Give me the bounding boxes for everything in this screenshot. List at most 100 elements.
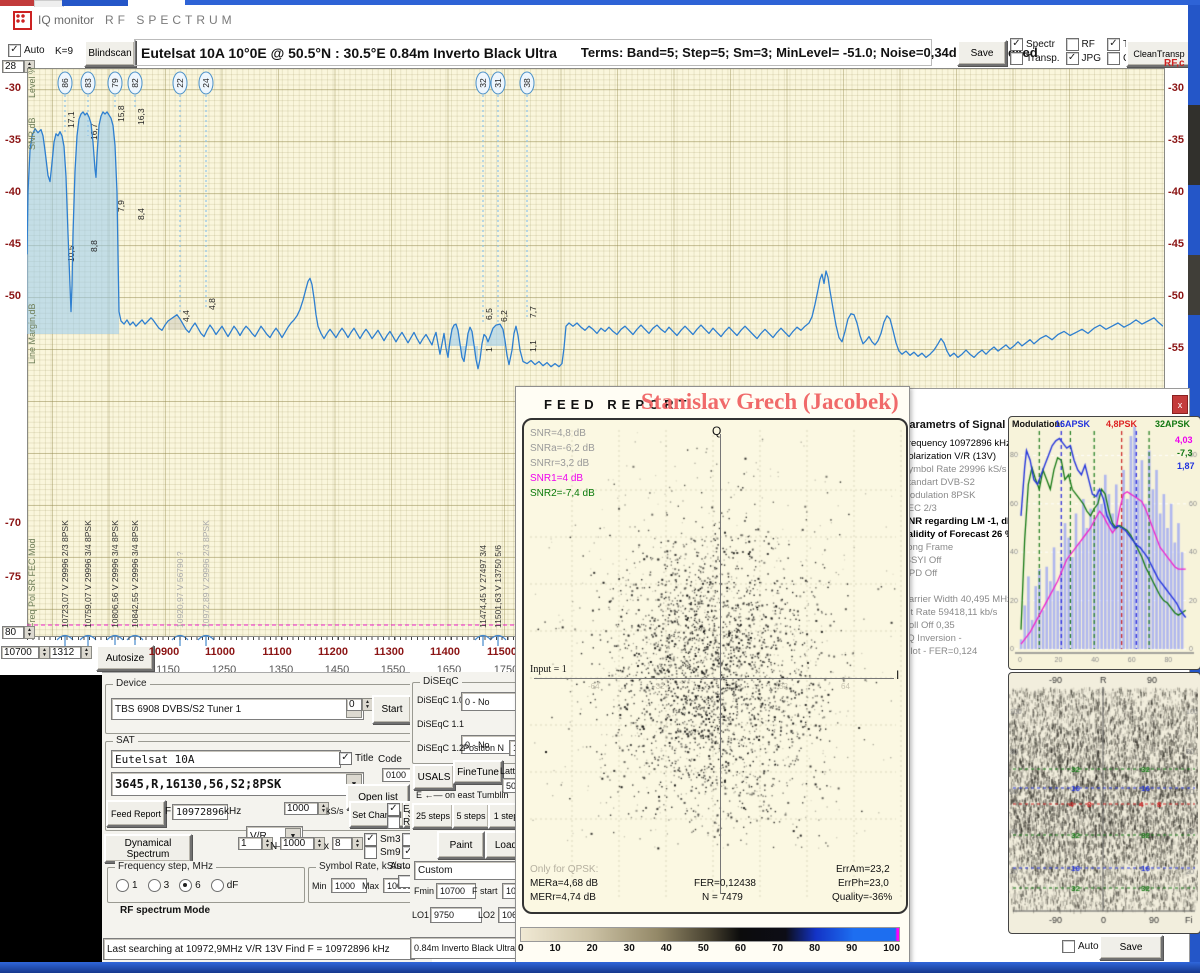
toolbar-checkbox-box[interactable] — [1066, 38, 1079, 51]
toolbar-cb-column: RF✓JPG — [1066, 38, 1101, 65]
taskbar[interactable] — [0, 962, 1200, 973]
lo1-field[interactable]: 9750 — [430, 907, 482, 923]
sm9-checkbox[interactable]: Sm9 — [364, 846, 401, 859]
dyn-count-spinner[interactable]: 1 ▲▼ — [238, 837, 273, 850]
snr-annotation: 6,5 — [484, 308, 494, 320]
fstart-label: F start — [472, 886, 498, 896]
paint-button[interactable]: Paint — [437, 831, 485, 859]
toolbar-cb-column: ✓SpectrTransp. — [1010, 38, 1060, 65]
save-spectrum-button[interactable]: Save — [957, 40, 1007, 66]
auto-checkbox-box[interactable]: ✓ — [8, 44, 21, 57]
close-button[interactable]: x — [1172, 395, 1188, 414]
n-label: N — [270, 841, 277, 852]
finetune-button[interactable]: FineTune — [453, 760, 503, 784]
diseqc11-label: DiSEqC 1.1 — [417, 719, 464, 729]
transponder-freq-label: 10806,56 V 29996 3/4 8PSK — [110, 520, 120, 628]
rchart-save-button[interactable]: Save — [1099, 935, 1163, 960]
auto-checkbox[interactable]: ✓ Auto — [8, 44, 45, 57]
steps25-button[interactable]: 25 steps — [412, 803, 454, 829]
dynamical-spectrum-button[interactable]: Dynamical Spectrum — [104, 834, 192, 863]
freq-step-radio[interactable]: 3 — [148, 879, 170, 892]
transponder-combo[interactable]: 3645,R,16130,56,S2;8PSK▼ — [111, 772, 364, 796]
freq-step-radio-circle[interactable] — [148, 879, 161, 892]
snr-annotation: 15,8 — [116, 105, 126, 122]
level-spinner[interactable]: 80 ▲▼ — [2, 626, 35, 639]
title-checkbox[interactable]: ✓ Title — [339, 752, 374, 765]
sm3-checkbox[interactable]: ✓Sm3 — [364, 833, 401, 846]
sr-spinner[interactable]: 1000 ▲▼ — [284, 802, 329, 815]
snr-annotation: 6,2 — [499, 310, 509, 322]
mera-value: MERa=4,68 dB — [530, 878, 598, 889]
freq-step-radio[interactable]: 1 — [116, 879, 138, 892]
freq-step-radio-circle[interactable] — [211, 879, 224, 892]
constellation-htick: -64 — [588, 682, 600, 691]
scale-label: 20 — [587, 943, 598, 954]
sat-name-field[interactable]: Eutelsat 10A — [111, 750, 341, 768]
toolbar-checkbox-box[interactable]: ✓ — [1010, 38, 1023, 51]
dyn-n-spinner[interactable]: 1000 ▲▼ — [280, 837, 325, 850]
rchart-auto-box[interactable] — [1062, 940, 1075, 953]
fstart-spinner[interactable]: 10700 ▲▼ — [1, 646, 50, 659]
params-title: Parametrs of Signal : — [902, 419, 1012, 431]
toolbar-checkbox-box[interactable]: ✓ — [1066, 52, 1079, 65]
steps5-button[interactable]: 5 steps — [452, 803, 490, 829]
toolbar-checkbox[interactable]: RF — [1066, 38, 1101, 51]
eng-checkbox-box[interactable]: ✓ — [387, 803, 400, 816]
frequency-field[interactable]: 10972896 — [172, 804, 228, 820]
freq-step-radio[interactable]: 6 — [179, 879, 201, 892]
sat-group-label: SAT — [113, 735, 138, 746]
dyn-x-value[interactable]: 8 — [332, 837, 352, 850]
auto-label: Auto — [24, 45, 45, 56]
toolbar-checkbox-box[interactable]: ✓ — [1107, 38, 1120, 51]
sat-group: SAT Eutelsat 10A ✓ Title Code 0100 3645,… — [105, 741, 412, 831]
device-combo[interactable]: TBS 6908 DVBS/S2 Tuner 1▼ — [111, 698, 364, 720]
app-root: { "titlebar":{"app":"IQ monitor","sectio… — [0, 0, 1200, 973]
rus-checkbox-box[interactable] — [387, 816, 400, 829]
params-line: Bit Rate 59418,11 kb/s — [902, 606, 1010, 619]
merr-value: MERr=4,74 dB — [530, 892, 596, 903]
dyn-n-value[interactable]: 1000 — [280, 837, 314, 850]
device-index-value[interactable]: 0 — [346, 698, 362, 711]
sr-value[interactable]: 1000 — [284, 802, 318, 815]
value-m73: -7,3 — [1177, 448, 1193, 458]
dyn-x-spinner[interactable]: 8 ▲▼ — [332, 837, 363, 850]
level-value[interactable]: 80 — [2, 626, 24, 639]
sm3-checkbox-box[interactable]: ✓ — [364, 833, 377, 846]
toolbar-checkbox-box[interactable] — [1010, 52, 1023, 65]
device-index-spinner[interactable]: 0 ▲▼ — [346, 698, 373, 711]
dyn-x-arrows[interactable]: ▲▼ — [352, 837, 363, 850]
fwidth-spinner-arrows[interactable]: ▲▼ — [81, 646, 92, 659]
blindscan-button[interactable]: Blindscan — [84, 40, 136, 67]
sm9-checkbox-box[interactable] — [364, 846, 377, 859]
freq-step-radio-circle[interactable] — [116, 879, 129, 892]
freq-step-radio-label: dF — [227, 880, 239, 891]
start-button[interactable]: Start — [372, 695, 412, 724]
y-axis-label: -30 — [1168, 82, 1184, 94]
dyn-count-value[interactable]: 1 — [238, 837, 262, 850]
toolbar-checkbox[interactable]: ✓JPG — [1066, 52, 1101, 65]
toolbar-checkbox-box[interactable] — [1107, 52, 1120, 65]
scale-label: 90 — [846, 943, 857, 954]
level-spinner-arrows[interactable]: ▲▼ — [24, 626, 35, 639]
rchart-auto-checkbox[interactable]: Auto — [1062, 940, 1099, 953]
fmin-field[interactable]: 10700 — [436, 883, 476, 899]
freq-step-radio-circle[interactable] — [179, 879, 192, 892]
toolbar: ✓ Auto K=9 Blindscan Eutelsat 10A 10°0E … — [0, 37, 1190, 65]
freq-step-radio[interactable]: dF — [211, 879, 239, 892]
feed-report-button[interactable]: Feed Report — [106, 800, 166, 827]
toolbar-checkbox[interactable]: Transp. — [1010, 52, 1060, 65]
quality-value: 31 — [493, 78, 503, 88]
feed-snr-line: SNRr=3,2 dB — [530, 456, 595, 471]
terms-text: Terms: Band=5; Step=5; Sm=3; MinLevel= -… — [581, 45, 966, 60]
toolbar-checkbox[interactable]: ✓Spectr — [1010, 38, 1060, 51]
fwidth-spinner[interactable]: 1312 ▲▼ — [49, 646, 92, 659]
transponder-freq-label: 10842,55 V 29996 3/4 8PSK — [130, 520, 140, 628]
usals-button[interactable]: USALS — [413, 764, 455, 790]
fstart-value[interactable]: 10700 — [1, 646, 39, 659]
fwidth-value[interactable]: 1312 — [49, 646, 81, 659]
title-checkbox-box[interactable]: ✓ — [339, 752, 352, 765]
margin-annotation: 8,4 — [136, 208, 146, 220]
sm3-label: Sm3 — [380, 834, 401, 845]
autosize-button[interactable]: Autosize — [96, 645, 154, 671]
gain-value[interactable]: 28 — [2, 60, 24, 73]
